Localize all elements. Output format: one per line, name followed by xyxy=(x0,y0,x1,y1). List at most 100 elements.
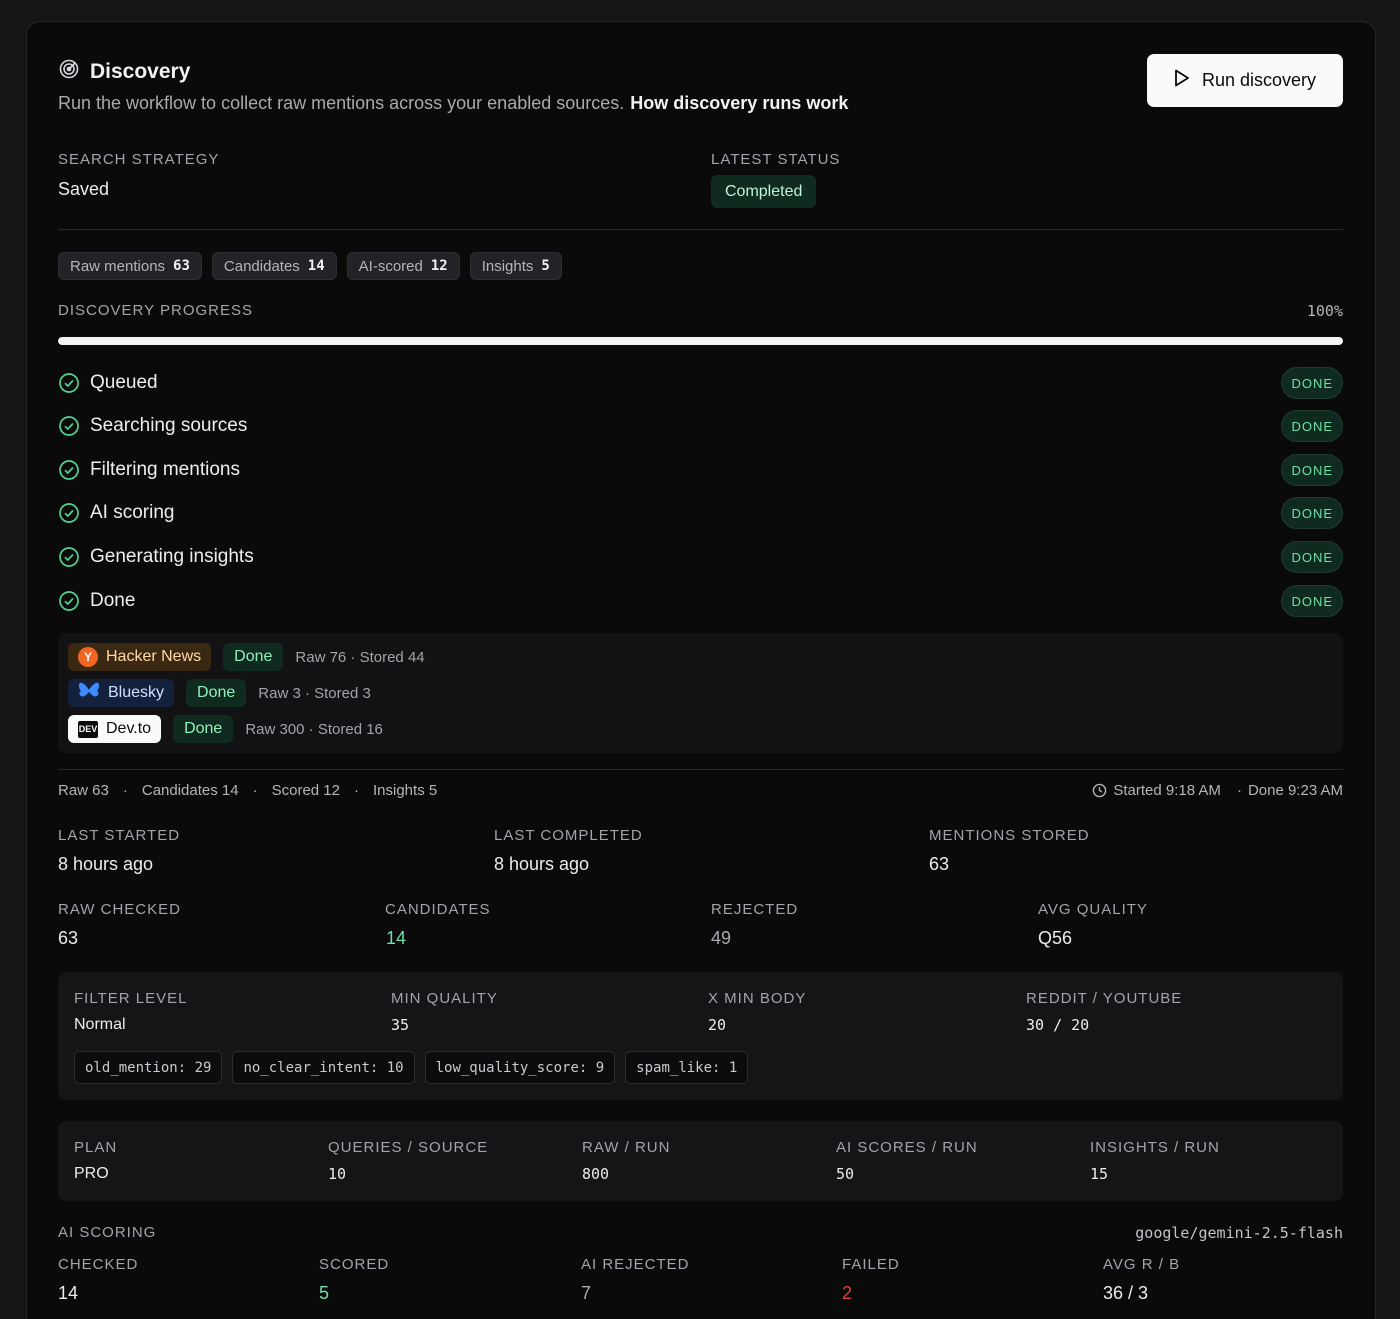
avg-quality-value: Q56 xyxy=(1038,928,1073,948)
filter-level-label: FILTER LEVEL xyxy=(74,990,188,1007)
filter-level-value: Normal xyxy=(74,1016,126,1033)
separator: · xyxy=(252,782,258,799)
queries-per-source-label: QUERIES / SOURCE xyxy=(328,1139,489,1156)
summary-candidates: Candidates 14 xyxy=(141,782,239,799)
hacker-news-icon: Y xyxy=(78,647,98,667)
source-name: Hacker News xyxy=(106,648,202,665)
chip-label: Candidates xyxy=(223,257,300,275)
step-label: Done xyxy=(90,590,136,611)
plan-panel xyxy=(58,1121,1343,1201)
source-status: Done xyxy=(173,715,234,743)
source-meta: Raw 3 · Stored 3 xyxy=(258,684,371,702)
play-icon xyxy=(1174,69,1190,92)
last-completed-value: 8 hours ago xyxy=(494,854,590,874)
butterfly-icon xyxy=(78,682,100,705)
source-status: Done xyxy=(186,679,247,707)
step-status-badge: DONE xyxy=(1281,541,1343,573)
ai-rejected-label: AI REJECTED xyxy=(581,1256,690,1273)
plan-label: PLAN xyxy=(74,1139,118,1156)
sources-panel: Y Hacker News Done Raw 76 · Stored 44 Bl… xyxy=(58,633,1343,753)
chip-ai-scored: AI-scored 12 xyxy=(346,252,460,280)
source-row-devto: DEV Dev.to Done Raw 300 · Stored 16 xyxy=(68,715,383,743)
source-row-bluesky: Bluesky Done Raw 3 · Stored 3 xyxy=(68,679,371,707)
checked-label: CHECKED xyxy=(58,1256,139,1273)
ai-scores-per-run-value: 50 xyxy=(836,1165,855,1183)
chip-candidates: Candidates 14 xyxy=(211,252,337,280)
step-row: Filtering mentions DONE xyxy=(58,453,1343,487)
chip-label: AI-scored xyxy=(358,257,423,275)
separator: · xyxy=(122,782,128,799)
chip-value: 12 xyxy=(430,258,448,274)
summary-insights: Insights 5 xyxy=(373,782,438,799)
last-started-label: LAST STARTED xyxy=(58,827,181,844)
step-label: Filtering mentions xyxy=(90,459,240,480)
step-label: Queued xyxy=(90,372,158,393)
chip-value: 5 xyxy=(541,258,550,274)
help-link[interactable]: How discovery runs work xyxy=(630,93,848,113)
raw-per-run-value: 800 xyxy=(582,1165,610,1183)
step-row: Done DONE xyxy=(58,584,1343,618)
insights-per-run-value: 15 xyxy=(1090,1165,1109,1183)
last-completed-label: LAST COMPLETED xyxy=(494,827,643,844)
reason-chip: old_mention: 29 xyxy=(74,1051,223,1084)
dev-icon: DEV xyxy=(78,720,98,738)
check-circle-icon xyxy=(58,590,80,612)
search-strategy-value: Saved xyxy=(58,179,110,199)
step-label: AI scoring xyxy=(90,502,175,523)
min-quality-value: 35 xyxy=(391,1016,410,1034)
radar-icon xyxy=(58,58,80,85)
reddit-youtube-label: REDDIT / YOUTUBE xyxy=(1026,990,1183,1007)
check-circle-icon xyxy=(58,415,80,437)
chip-label: Insights xyxy=(481,257,534,275)
step-row: AI scoring DONE xyxy=(58,496,1343,530)
title-row: Discovery xyxy=(58,58,190,85)
run-discovery-button[interactable]: Run discovery xyxy=(1147,54,1343,107)
source-chip[interactable]: Bluesky xyxy=(68,679,175,707)
source-name: Bluesky xyxy=(108,684,165,701)
source-chip[interactable]: Y Hacker News xyxy=(68,643,212,671)
divider xyxy=(58,229,1343,230)
raw-checked-value: 63 xyxy=(58,928,79,948)
step-row: Searching sources DONE xyxy=(58,409,1343,443)
checked-value: 14 xyxy=(58,1283,79,1303)
scored-value: 5 xyxy=(319,1283,330,1303)
ai-model-name: google/gemini-2.5-flash xyxy=(1135,1224,1343,1242)
status-badge: Completed xyxy=(711,175,817,208)
started-time: Started 9:18 AM xyxy=(1113,782,1221,799)
reason-chip: low_quality_score: 9 xyxy=(424,1051,616,1084)
rejection-reasons: old_mention: 29 no_clear_intent: 10 low_… xyxy=(74,1051,749,1084)
clock-icon xyxy=(1092,783,1107,798)
reddit-youtube-value: 30 / 20 xyxy=(1026,1016,1090,1034)
insights-per-run-label: INSIGHTS / RUN xyxy=(1090,1139,1220,1156)
run-summary: Raw 63 · Candidates 14 · Scored 12 · Ins… xyxy=(58,782,437,799)
chip-value: 14 xyxy=(307,258,325,274)
ai-scores-per-run-label: AI SCORES / RUN xyxy=(836,1139,978,1156)
progress-bar xyxy=(58,337,1343,345)
separator: · xyxy=(354,782,359,799)
x-min-body-label: X MIN BODY xyxy=(708,990,807,1007)
reason-chip: no_clear_intent: 10 xyxy=(232,1051,415,1084)
source-chip[interactable]: DEV Dev.to xyxy=(68,715,162,743)
step-status-badge: DONE xyxy=(1281,367,1343,399)
min-quality-label: MIN QUALITY xyxy=(391,990,498,1007)
step-row: Queued DONE xyxy=(58,366,1343,400)
step-status-badge: DONE xyxy=(1281,454,1343,486)
progress-percent: 100% xyxy=(1306,302,1343,320)
rejected-label: REJECTED xyxy=(711,901,799,918)
count-chips: Raw mentions 63 Candidates 14 AI-scored 12 … xyxy=(58,252,562,280)
step-label: Searching sources xyxy=(90,415,248,436)
chip-raw-mentions: Raw mentions 63 xyxy=(58,252,202,280)
latest-status-label: LATEST STATUS xyxy=(711,151,841,168)
failed-label: FAILED xyxy=(842,1256,900,1273)
step-status-badge: DONE xyxy=(1281,410,1343,442)
subtitle-text: Run the workflow to collect raw mentions… xyxy=(58,93,625,113)
avg-quality-label: AVG QUALITY xyxy=(1038,901,1148,918)
check-circle-icon xyxy=(58,546,80,568)
reason-chip: spam_like: 1 xyxy=(625,1051,749,1084)
mentions-stored-value: 63 xyxy=(929,854,950,874)
summary-scored: Scored 12 xyxy=(271,782,340,799)
source-name: Dev.to xyxy=(106,720,152,737)
summary-raw: Raw 63 xyxy=(58,782,109,799)
progress-fill xyxy=(58,337,1343,345)
x-min-body-value: 20 xyxy=(708,1016,727,1034)
